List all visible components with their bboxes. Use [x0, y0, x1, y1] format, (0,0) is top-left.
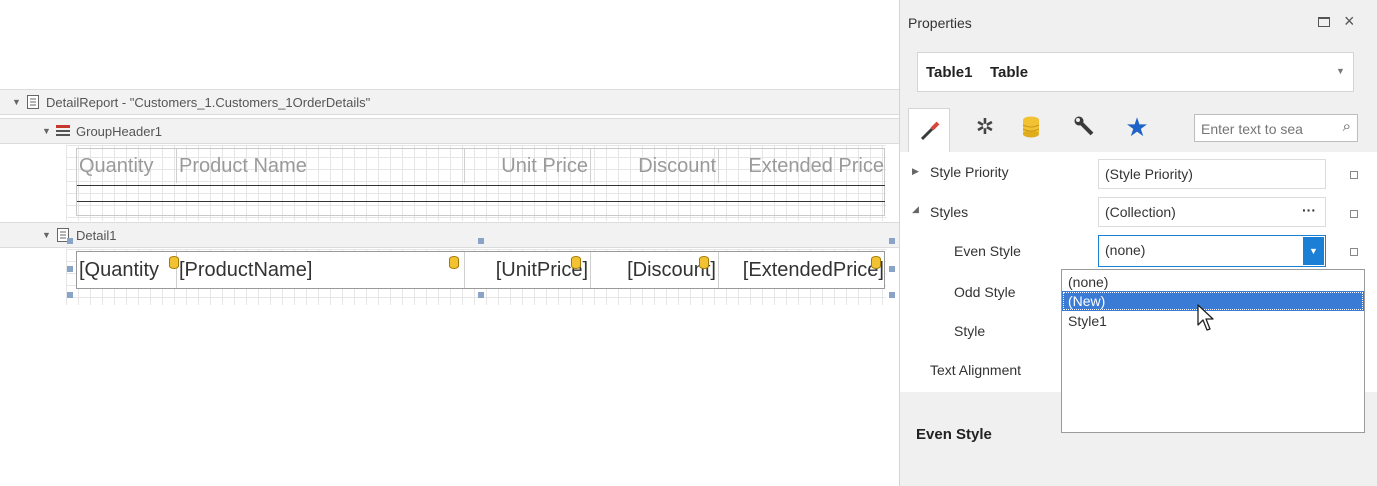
search-box[interactable]: ⌕	[1194, 114, 1358, 142]
object-type: Table	[990, 64, 1029, 81]
chevron-down-icon: ▼	[1309, 246, 1318, 256]
header-cell-discount[interactable]: Discount	[591, 149, 719, 183]
group-header-label: GroupHeader1	[76, 123, 162, 139]
mouse-cursor-icon	[1197, 304, 1214, 331]
close-icon[interactable]: ×	[1344, 11, 1355, 31]
band-header-detail[interactable]: ▼ Detail1	[0, 222, 899, 248]
search-input[interactable]	[1199, 118, 1333, 140]
ellipsis-button[interactable]: ···	[1302, 202, 1316, 218]
star-icon: ★	[1125, 112, 1149, 142]
selection-handle[interactable]	[478, 238, 484, 244]
expand-arrow-icon[interactable]: ▶	[912, 166, 919, 177]
tab-favorites[interactable]: ★	[1120, 112, 1154, 142]
header-cell-unit-price[interactable]: Unit Price	[465, 149, 591, 183]
object-name: Table1	[926, 64, 973, 81]
database-icon	[571, 256, 581, 269]
selection-handle[interactable]	[67, 238, 73, 244]
database-icon	[449, 256, 459, 269]
database-icon	[871, 256, 881, 269]
detail-report-label: DetailReport - "Customers_1.Customers_1O…	[46, 94, 371, 110]
detail-cell-product-name[interactable]: [ProductName]	[177, 252, 465, 288]
report-designer: ▼ DetailReport - "Customers_1.Customers_…	[0, 0, 899, 486]
database-icon	[1022, 116, 1040, 138]
even-style-label: Even Style	[954, 243, 1021, 259]
database-icon	[169, 256, 179, 269]
selection-handle[interactable]	[67, 292, 73, 298]
maximize-icon[interactable]	[1318, 17, 1330, 27]
header-cell-product-name[interactable]: Product Name	[177, 149, 465, 183]
dropdown-option-none[interactable]: (none)	[1062, 274, 1364, 291]
styles-value[interactable]: (Collection)	[1098, 197, 1326, 227]
detail-cell-extended-price[interactable]: [ExtendedPrice]	[719, 252, 886, 288]
header-table[interactable]: Quantity Product Name Unit Price Discoun…	[76, 148, 885, 216]
gear-icon: ✲	[975, 114, 995, 139]
dropdown-button[interactable]: ▼	[1303, 237, 1324, 265]
tab-appearance[interactable]	[908, 108, 950, 152]
even-style-options-list[interactable]: (none) (New) Style1	[1061, 269, 1365, 433]
tab-data[interactable]	[1014, 112, 1048, 142]
panel-title: Properties	[908, 15, 972, 31]
search-icon[interactable]: ⌕	[1343, 118, 1351, 135]
tab-behavior[interactable]: ✲	[968, 112, 1002, 142]
group-header-icon	[56, 124, 70, 138]
description-title: Even Style	[916, 426, 992, 443]
detail-label: Detail1	[76, 227, 117, 243]
band-header-group-header[interactable]: ▼ GroupHeader1	[0, 118, 899, 144]
wrench-icon	[1074, 116, 1094, 136]
collapse-arrow-icon[interactable]: ▼	[12, 97, 24, 107]
band-header-detail-report[interactable]: ▼ DetailReport - "Customers_1.Customers_…	[0, 89, 899, 115]
style-priority-label: Style Priority	[930, 164, 1009, 180]
header-divider-line	[77, 185, 885, 186]
style-label: Style	[954, 323, 986, 339]
chevron-down-icon[interactable]: ▼	[1336, 66, 1345, 76]
detail-table[interactable]: [Quantity [ProductName] [UnitPrice] [Dis…	[76, 251, 885, 289]
tab-layout[interactable]	[1068, 112, 1102, 142]
header-cell-extended-price[interactable]: Extended Price	[719, 149, 886, 183]
selection-handle[interactable]	[889, 266, 895, 272]
database-icon	[699, 256, 709, 269]
text-alignment-label: Text Alignment	[930, 362, 1022, 378]
reset-marker-icon[interactable]	[1350, 210, 1358, 218]
collapse-arrow-icon[interactable]: ▼	[42, 230, 54, 240]
selection-handle[interactable]	[478, 292, 484, 298]
header-divider-line	[77, 201, 885, 202]
header-cell-quantity[interactable]: Quantity	[77, 149, 177, 183]
detail-report-icon	[26, 95, 40, 109]
even-style-dropdown[interactable]: (none)	[1098, 235, 1326, 267]
style-priority-value[interactable]: (Style Priority)	[1098, 159, 1326, 189]
reset-marker-icon[interactable]	[1350, 171, 1358, 179]
odd-style-label: Odd Style	[954, 284, 1016, 300]
collapse-arrow-icon[interactable]: ◢	[912, 204, 919, 215]
selection-handle[interactable]	[67, 266, 73, 272]
reset-marker-icon[interactable]	[1350, 248, 1358, 256]
object-selector[interactable]: Table1 Table ▼	[917, 52, 1354, 92]
brush-icon	[920, 121, 940, 141]
selection-handle[interactable]	[889, 238, 895, 244]
detail-cell-quantity[interactable]: [Quantity	[77, 252, 177, 288]
styles-label: Styles	[930, 204, 969, 220]
collapse-arrow-icon[interactable]: ▼	[42, 126, 54, 136]
properties-panel: Properties × Table1 Table ▼ ✲ ★ Enter te…	[899, 0, 1377, 486]
selection-handle[interactable]	[889, 292, 895, 298]
